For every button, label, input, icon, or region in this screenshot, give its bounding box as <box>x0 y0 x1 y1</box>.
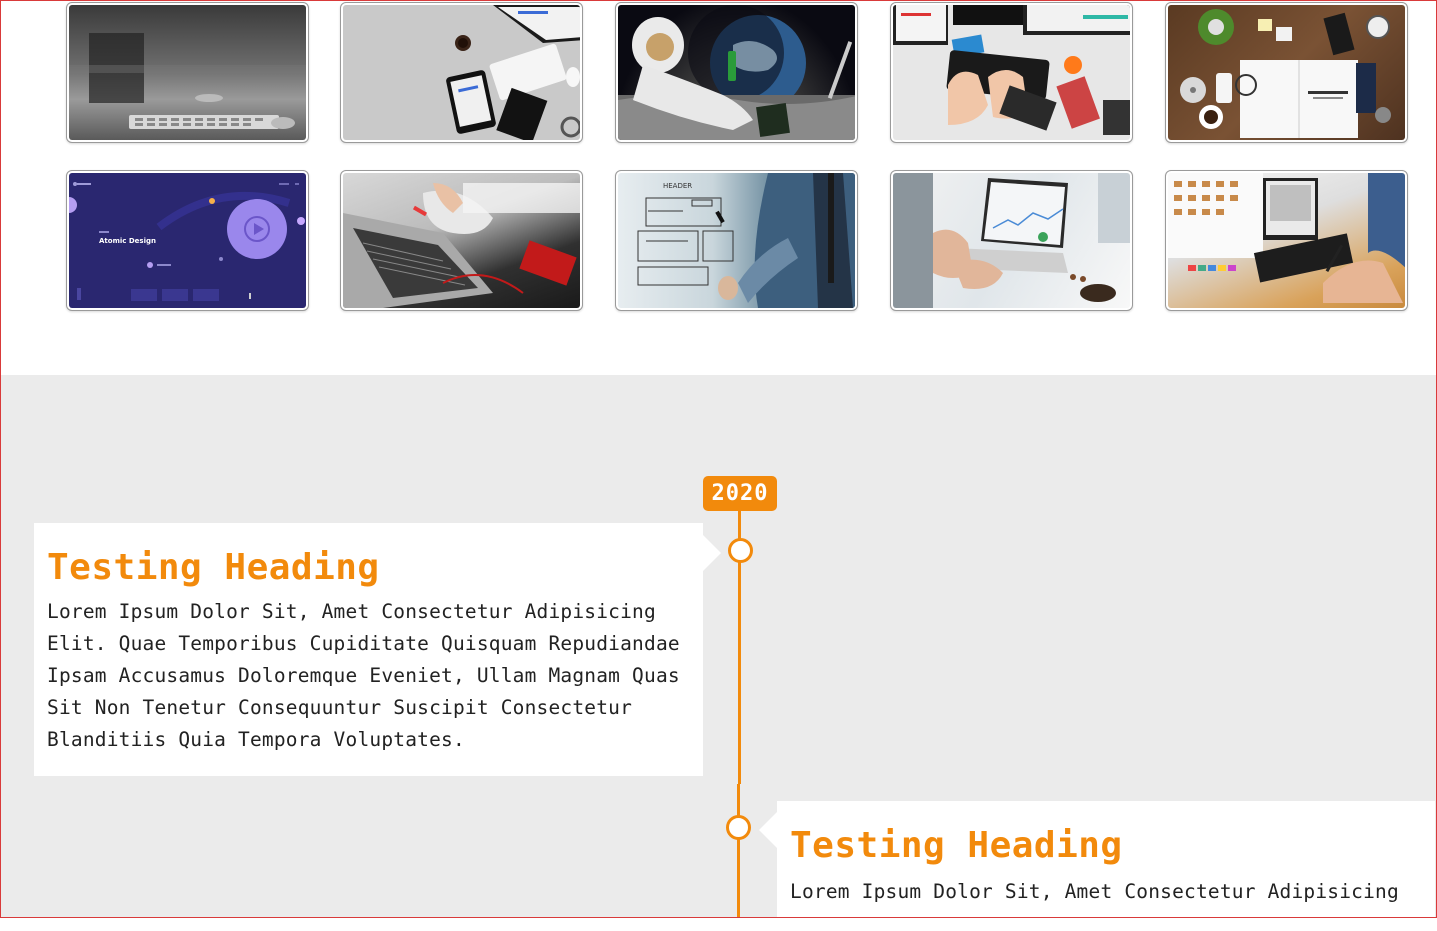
timeline-node <box>726 815 751 840</box>
timeline-line <box>737 784 740 918</box>
thumbnail-image: HEADER <box>618 173 855 308</box>
gallery-thumbnail[interactable] <box>1165 2 1408 143</box>
gallery-thumbnail[interactable] <box>1165 170 1408 311</box>
thumbnail-image <box>343 173 580 308</box>
card-body: Lorem Ipsum Dolor Sit, Amet Consectetur … <box>47 600 680 751</box>
gallery-thumbnail[interactable]: HEADER <box>615 170 858 311</box>
thumbnail-image <box>893 173 1130 308</box>
gallery-thumbnail[interactable] <box>340 2 583 143</box>
image-gallery: Atomic Design HEADER <box>0 0 1437 375</box>
card-pointer <box>703 535 721 571</box>
thumbnail-image <box>343 5 580 140</box>
thumbnail-image <box>69 5 306 140</box>
card-heading: Testing Heading <box>790 825 1123 866</box>
gallery-thumbnail[interactable] <box>615 2 858 143</box>
timeline-card: Testing Heading Lorem Ipsum Dolor Sit, A… <box>34 523 703 776</box>
gallery-thumbnail[interactable] <box>66 2 309 143</box>
svg-text:HEADER: HEADER <box>663 182 692 190</box>
thumbnail-image <box>893 5 1130 140</box>
card-heading: Testing Heading <box>47 547 380 588</box>
thumbnail-image <box>1168 173 1405 308</box>
thumbnail-image <box>1168 5 1405 140</box>
card-body: Lorem Ipsum Dolor Sit, Amet Consectetur … <box>790 880 1399 903</box>
thumbnail-image: Atomic Design <box>69 173 306 308</box>
gallery-thumbnail[interactable] <box>340 170 583 311</box>
thumbnail-caption: Atomic Design <box>99 237 156 245</box>
thumbnail-image <box>618 5 855 140</box>
card-pointer <box>759 812 777 848</box>
gallery-thumbnail[interactable]: Atomic Design <box>66 170 309 311</box>
timeline-card: Testing Heading Lorem Ipsum Dolor Sit, A… <box>777 801 1435 931</box>
timeline-section: 2020 Testing Heading Lorem Ipsum Dolor S… <box>0 375 1437 931</box>
gallery-thumbnail[interactable] <box>890 170 1133 311</box>
timeline-node <box>728 538 753 563</box>
gallery-thumbnail[interactable] <box>890 2 1133 143</box>
year-badge: 2020 <box>703 476 777 511</box>
